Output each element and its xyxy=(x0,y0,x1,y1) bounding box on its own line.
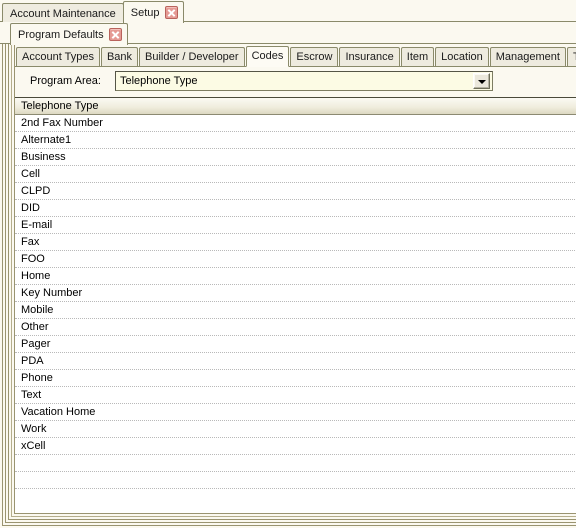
table-cell-telephone-type: FOO xyxy=(21,252,45,265)
tab-label: Escrow xyxy=(296,50,333,63)
grid-header-row: Telephone Type xyxy=(15,98,576,115)
tab-account-maintenance[interactable]: Account Maintenance xyxy=(2,3,124,23)
table-cell-telephone-type: Pager xyxy=(21,337,51,350)
table-cell-telephone-type: Other xyxy=(21,320,49,333)
category-tab-list: Account Types Bank Builder / Developer C… xyxy=(16,46,576,67)
tab-label: Item xyxy=(406,50,429,63)
table-row[interactable]: Home xyxy=(15,268,576,285)
table-cell-telephone-type: PDA xyxy=(21,354,44,367)
table-row[interactable]: Alternate1 xyxy=(15,132,576,149)
table-row[interactable]: Key Number xyxy=(15,285,576,302)
table-cell-telephone-type: DID xyxy=(21,201,40,214)
tab-title[interactable]: Title xyxy=(566,47,576,66)
table-row[interactable]: CLPD xyxy=(15,183,576,200)
table-cell-telephone-type: Cell xyxy=(21,167,40,180)
table-row[interactable]: Other xyxy=(15,319,576,336)
program-area-combobox[interactable]: Telephone Type xyxy=(115,71,493,91)
tab-location[interactable]: Location xyxy=(435,47,489,66)
tab-label: Account Types xyxy=(22,50,94,63)
tab-codes[interactable]: Codes xyxy=(245,46,290,67)
table-row[interactable]: Vacation Home xyxy=(15,404,576,421)
tab-management[interactable]: Management xyxy=(489,47,566,66)
table-cell-telephone-type: E-mail xyxy=(21,218,53,231)
main-tab-list: Account Maintenance Setup xyxy=(2,1,184,23)
table-cell-telephone-type: Alternate1 xyxy=(21,133,72,146)
tab-label: Location xyxy=(441,50,483,63)
table-cell-telephone-type: 2nd Fax Number xyxy=(21,116,103,129)
tab-account-types[interactable]: Account Types xyxy=(16,47,100,66)
client-area: Account Types Bank Builder / Developer C… xyxy=(0,44,576,528)
tab-bank[interactable]: Bank xyxy=(100,47,139,66)
table-cell-telephone-type: xCell xyxy=(21,439,46,452)
table-cell-telephone-type: CLPD xyxy=(21,184,51,197)
tab-program-defaults[interactable]: Program Defaults xyxy=(10,23,128,45)
column-header-telephone-type[interactable]: Telephone Type xyxy=(15,99,576,114)
tab-item[interactable]: Item xyxy=(400,47,435,66)
table-cell-telephone-type: Key Number xyxy=(21,286,83,299)
main-tab-strip: Account Maintenance Setup xyxy=(0,0,576,23)
table-cell-telephone-type: Phone xyxy=(21,371,53,384)
tab-label: Codes xyxy=(251,50,284,62)
application-window: Account Maintenance Setup Program Defaul… xyxy=(0,0,576,528)
program-area-label: Program Area: xyxy=(30,75,101,87)
table-row[interactable]: Cell xyxy=(15,166,576,183)
tab-builder-developer[interactable]: Builder / Developer xyxy=(139,47,245,66)
tab-label: Builder / Developer xyxy=(145,50,239,63)
table-row[interactable]: Fax xyxy=(15,234,576,251)
tab-label: Management xyxy=(495,50,560,63)
codes-grid[interactable]: Telephone Type 2nd Fax Number Alternate1 B… xyxy=(15,98,576,513)
table-row-empty[interactable] xyxy=(15,472,576,489)
program-area-value: Telephone Type xyxy=(120,75,198,87)
tab-label: Account Maintenance xyxy=(10,7,116,20)
table-row[interactable]: Mobile xyxy=(15,302,576,319)
table-cell-telephone-type: Work xyxy=(21,422,47,435)
tab-setup[interactable]: Setup xyxy=(122,1,184,23)
table-row[interactable]: Pager xyxy=(15,336,576,353)
table-row[interactable]: Work xyxy=(15,421,576,438)
tab-label: Setup xyxy=(130,6,160,19)
category-tab-strip: Account Types Bank Builder / Developer C… xyxy=(15,44,576,67)
table-row[interactable]: Business xyxy=(15,149,576,166)
close-icon[interactable] xyxy=(164,6,178,19)
table-row[interactable]: xCell xyxy=(15,438,576,455)
table-row[interactable]: Phone xyxy=(15,370,576,387)
table-row[interactable]: DID xyxy=(15,200,576,217)
tab-insurance[interactable]: Insurance xyxy=(339,47,400,66)
tab-escrow[interactable]: Escrow xyxy=(290,47,339,66)
tab-label: Program Defaults xyxy=(18,28,104,41)
table-cell-telephone-type: Home xyxy=(21,269,51,282)
program-defaults-panel: Account Types Bank Builder / Developer C… xyxy=(14,44,576,514)
table-row[interactable]: Text xyxy=(15,387,576,404)
table-row[interactable]: 2nd Fax Number xyxy=(15,115,576,132)
document-tab-strip: Program Defaults xyxy=(0,22,576,45)
chevron-down-icon[interactable] xyxy=(473,73,490,89)
document-tab-list: Program Defaults xyxy=(10,23,128,45)
tab-label: Bank xyxy=(106,50,133,63)
table-row-empty[interactable] xyxy=(15,455,576,472)
grid-body: 2nd Fax Number Alternate1 Business Cell CLPD… xyxy=(15,115,576,489)
close-icon[interactable] xyxy=(108,28,122,41)
table-cell-empty xyxy=(15,456,576,471)
table-cell-telephone-type: Fax xyxy=(21,235,40,248)
table-row[interactable]: E-mail xyxy=(15,217,576,234)
table-cell-telephone-type: Mobile xyxy=(21,303,54,316)
table-cell-telephone-type: Text xyxy=(21,388,42,401)
tab-label: Insurance xyxy=(345,50,394,63)
table-cell-empty xyxy=(15,473,576,488)
table-row[interactable]: PDA xyxy=(15,353,576,370)
table-cell-telephone-type: Business xyxy=(21,150,66,163)
program-area-row: Program Area: Telephone Type xyxy=(15,67,576,98)
table-cell-telephone-type: Vacation Home xyxy=(21,405,96,418)
table-row[interactable]: FOO xyxy=(15,251,576,268)
